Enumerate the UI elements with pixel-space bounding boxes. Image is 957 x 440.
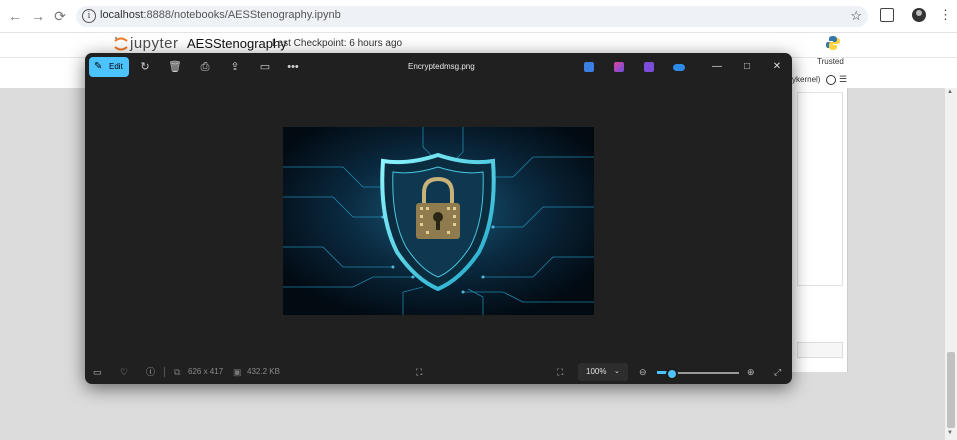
paint-app-icon[interactable] [584,62,594,72]
jupyter-logo-icon[interactable] [113,36,129,52]
command-palette-icon[interactable]: ☰ [839,74,847,85]
designer-app-icon[interactable] [644,62,654,72]
maximize-icon[interactable]: □ [740,60,754,74]
trusted-indicator[interactable]: Trusted [817,57,844,66]
clipchamp-app-icon[interactable] [614,62,624,72]
edit-label: Edit [109,62,123,71]
delete-icon[interactable]: 🗑 [167,59,183,75]
fit-to-window-icon[interactable]: ⛶ [557,366,563,378]
back-icon[interactable]: ← [7,8,23,24]
close-icon[interactable]: ✕ [770,60,784,74]
chevron-down-icon: ⌄ [614,368,620,375]
print-icon[interactable]: ⎙ [197,59,213,75]
zoom-level: 100% [586,367,607,376]
python-logo-icon [826,36,840,50]
file-title: Encryptedmsg.png [408,62,475,71]
separator [164,367,165,377]
url-host: localhost [100,9,144,21]
forward-icon[interactable]: → [30,8,46,24]
favorite-heart-icon[interactable]: ♡ [120,366,128,378]
minimize-icon[interactable]: — [710,60,724,74]
more-options-icon[interactable]: ••• [285,59,301,75]
kernel-name[interactable]: ykernel) [792,75,820,84]
reload-icon[interactable]: ⟳ [52,8,68,24]
browser-toolbar: ← → ⟳ i localhost:8888/notebooks/AESSten… [0,0,957,33]
url-text[interactable]: localhost:8888/notebooks/AESStenography.… [100,9,341,21]
extensions-icon[interactable] [880,8,894,22]
scroll-down-icon[interactable]: ▼ [947,430,953,436]
image-dimensions: 626 x 417 [188,367,224,376]
edit-icon: ✎ [94,61,103,72]
onedrive-icon[interactable] [673,64,685,71]
zoom-out-icon[interactable]: ⊖ [639,366,647,378]
dimensions-icon: ⧉ [174,367,181,377]
jupyter-logo-text: jupyter [130,35,179,52]
notebook-cell[interactable] [797,92,843,286]
filmstrip-icon[interactable]: ▭ [93,366,102,378]
fullscreen-icon[interactable]: ⤢ [774,366,781,378]
menu-icon[interactable]: ⋮ [939,7,952,23]
zoom-slider-knob[interactable] [665,368,678,380]
edit-button[interactable]: ✎ Edit [89,57,129,77]
site-info-icon[interactable]: i [82,9,96,23]
notebook-input-cell[interactable] [797,342,843,358]
checkpoint-status: Last Checkpoint: 6 hours ago [272,38,403,49]
viewer-status-bar: ▭ ♡ ⓘ ⧉ 626 x 417 ▣ 432.2 KB ⛶ ⛶ 100% ⌄ … [85,360,792,384]
displayed-image [283,127,594,315]
scroll-up-icon[interactable]: ▲ [947,89,953,95]
rotate-icon[interactable]: ↻ [137,59,153,75]
scrollbar-thumb[interactable] [947,352,955,428]
file-size: 432.2 KB [247,367,280,376]
slideshow-icon[interactable]: ▭ [257,59,273,75]
shield-lock-circuit-image [283,127,594,315]
photos-viewer-window: ✎ Edit ↻ 🗑 ⎙ ⇪ ▭ ••• Encryptedmsg.png — … [85,53,792,384]
file-info-icon[interactable]: ⓘ [146,366,155,378]
kernel-status-icon [826,75,836,85]
share-icon[interactable]: ⇪ [227,59,243,75]
file-size-icon: ▣ [233,367,242,377]
zoom-level-select[interactable]: 100% ⌄ [578,363,628,381]
focus-icon[interactable]: ⛶ [416,366,422,378]
profile-icon[interactable] [912,8,926,22]
viewer-toolbar: ✎ Edit ↻ 🗑 ⎙ ⇪ ▭ ••• Encryptedmsg.png — … [85,53,792,81]
bookmark-star-icon[interactable]: ☆ [850,8,862,24]
url-path: :8888/notebooks/AESStenography.ipynb [143,9,341,21]
address-bar[interactable]: i localhost:8888/notebooks/AESStenograph… [76,6,868,27]
zoom-in-icon[interactable]: ⊕ [747,366,755,378]
